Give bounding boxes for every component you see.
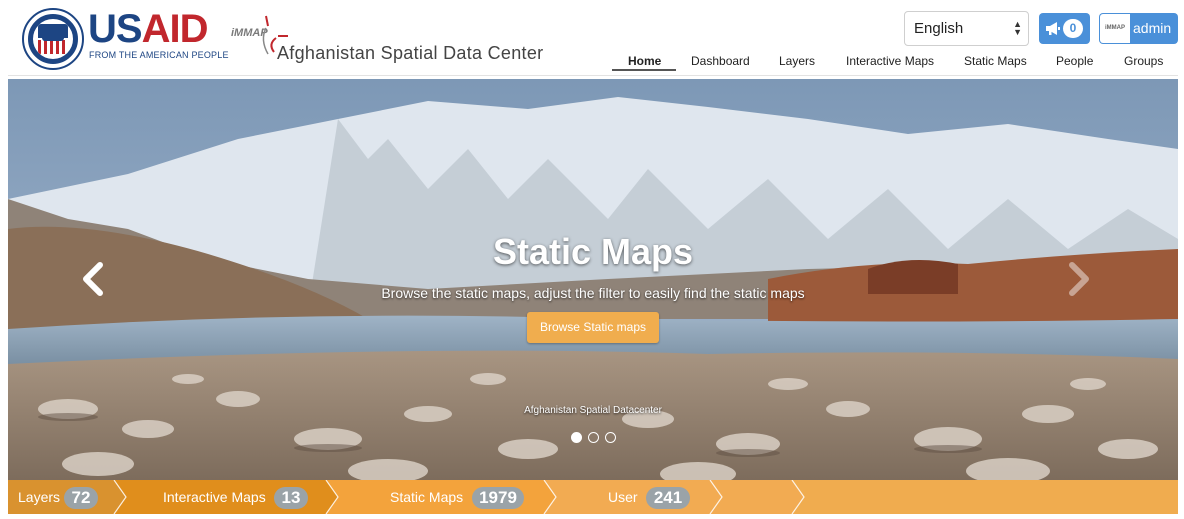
- stat-user-label[interactable]: User: [608, 489, 638, 505]
- stat-layers-label[interactable]: Layers: [18, 489, 60, 505]
- carousel-indicators: [571, 432, 619, 444]
- stat-interactive-maps-count: 13: [274, 487, 308, 509]
- nav-item-groups[interactable]: Groups: [1124, 54, 1163, 68]
- usaid-logo-wordmark[interactable]: USAID: [88, 7, 209, 51]
- carousel-indicator-3[interactable]: [605, 432, 616, 443]
- slide-title: Static Maps: [492, 231, 694, 272]
- user-menu-button[interactable]: iMMAP admin: [1099, 13, 1178, 44]
- header-divider: [8, 75, 1178, 76]
- carousel-indicator-1[interactable]: [571, 432, 582, 443]
- avatar: iMMAP: [1100, 14, 1130, 43]
- stat-layers-count: 72: [64, 487, 98, 509]
- site-title[interactable]: Afghanistan Spatial Data Center: [277, 43, 543, 64]
- nav-item-dashboard[interactable]: Dashboard: [691, 54, 750, 68]
- usaid-logo-us: US: [88, 7, 143, 51]
- slide-credit: Afghanistan Spatial Datacenter: [524, 405, 662, 416]
- slide-description: Browse the static maps, adjust the filte…: [381, 285, 805, 301]
- stats-bar: Layers 72 Interactive Maps 13 Static Map…: [8, 480, 1178, 514]
- nav-active-underline: [612, 69, 676, 71]
- usaid-seal-logo[interactable]: [22, 8, 84, 70]
- nav-item-people[interactable]: People: [1056, 54, 1093, 68]
- language-select[interactable]: English ▲ ▼: [904, 11, 1029, 46]
- browse-static-maps-button[interactable]: Browse Static maps: [527, 312, 659, 343]
- nav-item-home[interactable]: Home: [628, 54, 661, 68]
- carousel-slide-image: [8, 79, 1178, 480]
- notifications-count-badge: 0: [1063, 19, 1083, 38]
- megaphone-icon: [1046, 22, 1060, 35]
- seal-handshake: [42, 35, 64, 41]
- chevron-left-icon[interactable]: [80, 262, 110, 296]
- nav-item-interactive-maps[interactable]: Interactive Maps: [846, 54, 934, 68]
- updown-caret-icon: ▲ ▼: [1013, 19, 1022, 37]
- usaid-logo-aid: AID: [141, 7, 209, 51]
- nav-item-static-maps[interactable]: Static Maps: [964, 54, 1027, 68]
- notifications-button[interactable]: 0: [1039, 13, 1090, 44]
- carousel-indicator-2[interactable]: [588, 432, 599, 443]
- stat-interactive-maps-label[interactable]: Interactive Maps: [163, 489, 266, 505]
- seal-shield-stripes: [38, 40, 68, 54]
- user-name: admin: [1133, 20, 1172, 36]
- nav-item-layers[interactable]: Layers: [779, 54, 815, 68]
- stat-static-maps-count: 1979: [472, 487, 524, 509]
- language-select-value: English: [914, 20, 964, 37]
- stat-user-count: 241: [646, 487, 690, 509]
- chevron-right-icon[interactable]: [1062, 262, 1092, 296]
- stat-static-maps-label[interactable]: Static Maps: [390, 489, 463, 505]
- usaid-logo-tagline: FROM THE AMERICAN PEOPLE: [89, 50, 229, 60]
- hero-carousel[interactable]: Static Maps Browse the static maps, adju…: [8, 79, 1178, 480]
